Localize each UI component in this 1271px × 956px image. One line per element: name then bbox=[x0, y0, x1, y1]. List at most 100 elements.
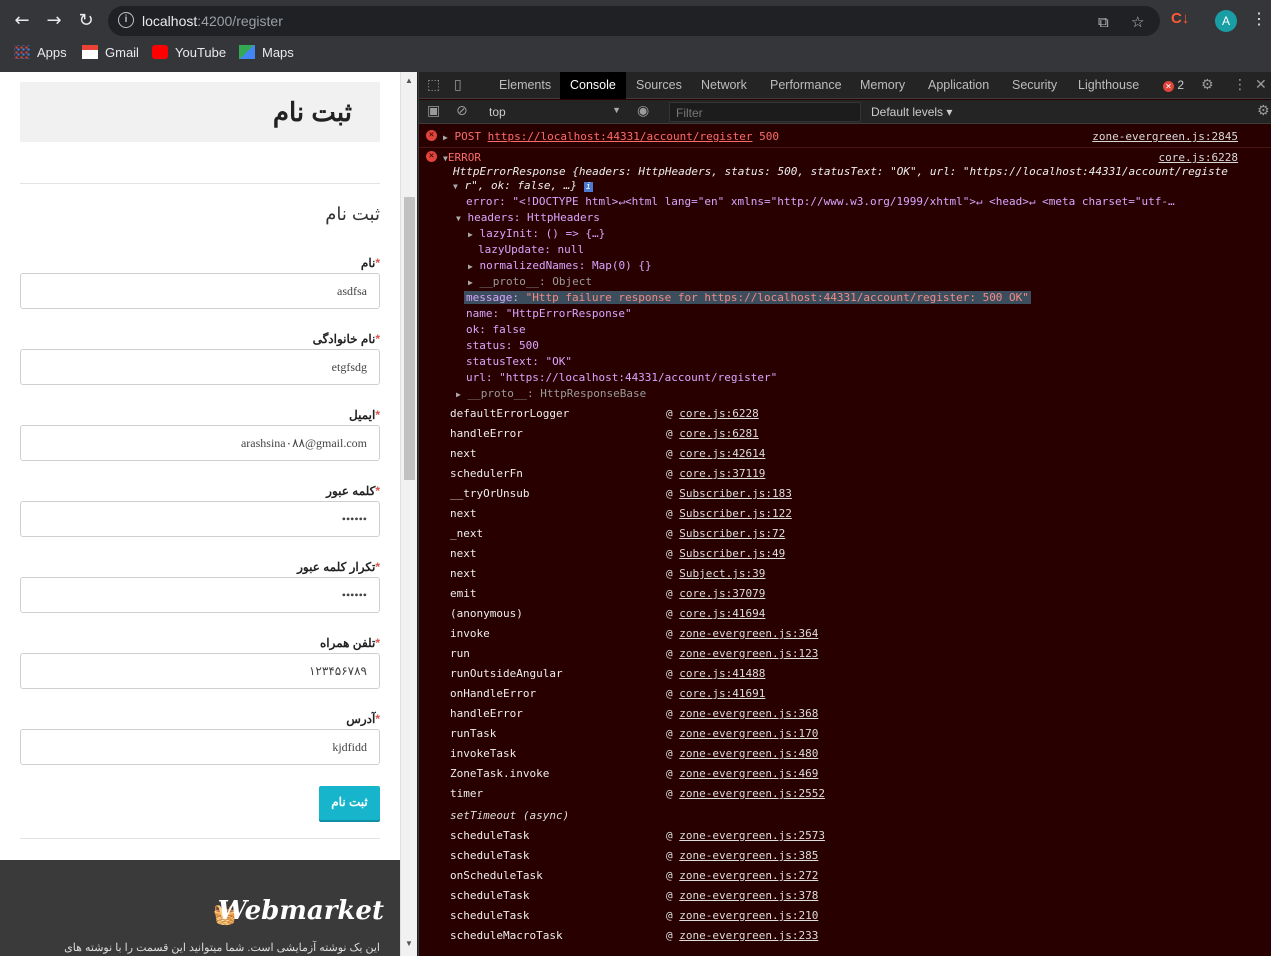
message-prop[interactable]: message: "Http failure response for http… bbox=[464, 291, 1031, 304]
scroll-down-icon[interactable]: ▼ bbox=[405, 939, 413, 948]
async-boundary-label: setTimeout (async) bbox=[450, 809, 570, 822]
back-icon[interactable]: ← bbox=[10, 10, 34, 32]
error-count-badge[interactable]: ✕ 2 bbox=[1163, 78, 1184, 92]
proto-prop[interactable]: ▶ __proto__: Object bbox=[468, 275, 592, 288]
devtools-menu-icon[interactable]: ⋮ bbox=[1233, 77, 1247, 93]
stack-frame-function: invokeTask bbox=[450, 747, 517, 760]
email-field[interactable]: arashsina۰۸۸@gmail.com bbox=[20, 425, 380, 461]
last-name-label: *نام خانوادگی bbox=[312, 332, 380, 346]
stack-frame-source[interactable]: @ zone-evergreen.js:469 bbox=[666, 767, 818, 780]
stack-frame-source[interactable]: @ core.js:41694 bbox=[666, 607, 765, 620]
chrome-menu-icon[interactable]: ⋮ bbox=[1251, 10, 1267, 30]
scroll-up-icon[interactable]: ▲ bbox=[405, 76, 413, 85]
translate-icon[interactable]: ⧉ bbox=[1098, 13, 1109, 31]
headers-prop[interactable]: ▼ headers: HttpHeaders bbox=[456, 211, 600, 224]
bookmark-maps[interactable]: Maps bbox=[239, 45, 294, 60]
stack-frame-function: scheduleTask bbox=[450, 909, 530, 922]
sidebar-toggle-icon[interactable]: ▣ bbox=[427, 103, 440, 119]
page-scrollbar[interactable]: ▲ ▼ bbox=[400, 72, 417, 956]
tab-security[interactable]: Security bbox=[1012, 78, 1057, 92]
stack-frame-source[interactable]: @ zone-evergreen.js:368 bbox=[666, 707, 818, 720]
stack-frame-source[interactable]: @ Subscriber.js:122 bbox=[666, 507, 792, 520]
stack-frame-source[interactable]: @ zone-evergreen.js:2573 bbox=[666, 829, 825, 842]
address-field[interactable]: kjdfidd bbox=[20, 729, 380, 765]
bookmark-apps[interactable]: Apps bbox=[14, 45, 67, 60]
tab-memory[interactable]: Memory bbox=[860, 78, 905, 92]
post-error-message[interactable]: ▶ POST https://localhost:44331/account/r… bbox=[443, 130, 779, 143]
stack-frame-source[interactable]: @ zone-evergreen.js:2552 bbox=[666, 787, 825, 800]
stack-frame-source[interactable]: @ core.js:37079 bbox=[666, 587, 765, 600]
filter-input[interactable]: Filter bbox=[669, 102, 861, 122]
stack-frame-function: defaultErrorLogger bbox=[450, 407, 570, 420]
scrollbar-thumb[interactable] bbox=[404, 197, 415, 480]
error-object-summary-cont[interactable]: ▼ r", ok: false, …} i bbox=[453, 179, 594, 192]
live-expression-eye-icon[interactable]: ◉ bbox=[637, 103, 649, 119]
error-source-link[interactable]: core.js:6228 bbox=[1159, 151, 1238, 164]
stack-frame-source[interactable]: @ zone-evergreen.js:170 bbox=[666, 727, 818, 740]
avatar[interactable]: A bbox=[1215, 10, 1237, 32]
device-toolbar-icon[interactable]: ▯ bbox=[454, 77, 462, 93]
stack-frame-source[interactable]: @ core.js:6228 bbox=[666, 407, 759, 420]
first-name-field[interactable]: asdfsa bbox=[20, 273, 380, 309]
page-header: ثبت نام bbox=[20, 82, 380, 142]
bookmark-gmail[interactable]: Gmail bbox=[82, 45, 139, 60]
log-levels-dropdown[interactable]: Default levels ▾ bbox=[871, 105, 952, 119]
post-source-link[interactable]: zone-evergreen.js:2845 bbox=[1092, 130, 1238, 143]
proto-prop[interactable]: ▶ __proto__: HttpResponseBase bbox=[456, 387, 646, 400]
tab-lighthouse[interactable]: Lighthouse bbox=[1078, 78, 1139, 92]
tab-elements[interactable]: Elements bbox=[499, 78, 551, 92]
stack-frame-source[interactable]: @ zone-evergreen.js:385 bbox=[666, 849, 818, 862]
error-prop[interactable]: error: "<!DOCTYPE html>↵<html lang="en" … bbox=[466, 195, 1175, 208]
stack-frame-source[interactable]: @ zone-evergreen.js:233 bbox=[666, 929, 818, 942]
url-text[interactable]: localhost:4200/register bbox=[142, 13, 283, 29]
stack-frame-source[interactable]: @ core.js:6281 bbox=[666, 427, 759, 440]
last-name-field[interactable]: etgfsdg bbox=[20, 349, 380, 385]
stack-frame-source[interactable]: @ Subscriber.js:72 bbox=[666, 527, 785, 540]
devtools-tabbar: ⬚ ▯ Elements Console Sources Network Per… bbox=[419, 72, 1271, 99]
clear-console-icon[interactable]: ⊘ bbox=[456, 103, 468, 119]
normalizednames-prop[interactable]: ▶ normalizedNames: Map(0) {} bbox=[468, 259, 652, 272]
stack-frame-source[interactable]: @ core.js:37119 bbox=[666, 467, 765, 480]
stack-frame-source[interactable]: @ zone-evergreen.js:272 bbox=[666, 869, 818, 882]
confirm-password-field[interactable]: •••••• bbox=[20, 577, 380, 613]
stack-frame-source[interactable]: @ Subject.js:39 bbox=[666, 567, 765, 580]
stack-frame-function: handleError bbox=[450, 707, 523, 720]
submit-button[interactable]: ثبت نام bbox=[319, 786, 380, 820]
tab-sources[interactable]: Sources bbox=[636, 78, 682, 92]
phone-field[interactable]: ۱۲۳۴۵۶۷۸۹ bbox=[20, 653, 380, 689]
site-info-icon[interactable]: i bbox=[118, 12, 134, 28]
stack-frame-source[interactable]: @ core.js:41691 bbox=[666, 687, 765, 700]
tab-application[interactable]: Application bbox=[928, 78, 989, 92]
bookmark-star-icon[interactable]: ☆ bbox=[1131, 13, 1144, 31]
forward-icon[interactable]: → bbox=[42, 10, 66, 32]
stack-frame-source[interactable]: @ zone-evergreen.js:123 bbox=[666, 647, 818, 660]
reload-icon[interactable]: ↻ bbox=[74, 10, 98, 32]
extension-icon[interactable]: C↓ bbox=[1171, 10, 1191, 30]
tab-performance[interactable]: Performance bbox=[770, 78, 842, 92]
stack-frame-source[interactable]: @ zone-evergreen.js:378 bbox=[666, 889, 818, 902]
stack-frame-source[interactable]: @ core.js:41488 bbox=[666, 667, 765, 680]
stack-frame-source[interactable]: @ zone-evergreen.js:480 bbox=[666, 747, 818, 760]
lazyinit-prop[interactable]: ▶ lazyInit: () => {…} bbox=[468, 227, 605, 240]
footer: 🧺 Webmarket این یک نوشته آزمایشی است. شم… bbox=[0, 860, 400, 956]
inspect-icon[interactable]: ⬚ bbox=[427, 77, 440, 93]
stack-frame-source[interactable]: @ core.js:42614 bbox=[666, 447, 765, 460]
tab-console[interactable]: Console bbox=[560, 72, 626, 99]
context-selector[interactable]: top ▼ bbox=[489, 105, 621, 119]
stack-frame-source[interactable]: @ zone-evergreen.js:210 bbox=[666, 909, 818, 922]
console-settings-icon[interactable]: ⚙ bbox=[1257, 103, 1270, 119]
name-prop: name: "HttpErrorResponse" bbox=[466, 307, 632, 320]
password-field[interactable]: •••••• bbox=[20, 501, 380, 537]
close-icon[interactable]: ✕ bbox=[1255, 77, 1267, 93]
footer-logo[interactable]: Webmarket bbox=[218, 896, 384, 926]
settings-gear-icon[interactable]: ⚙ bbox=[1201, 77, 1214, 93]
stack-frame-source[interactable]: @ Subscriber.js:183 bbox=[666, 487, 792, 500]
tab-network[interactable]: Network bbox=[701, 78, 747, 92]
stack-frame-source[interactable]: @ Subscriber.js:49 bbox=[666, 547, 785, 560]
bookmark-youtube[interactable]: YouTube bbox=[152, 45, 226, 60]
stack-frame-source[interactable]: @ zone-evergreen.js:364 bbox=[666, 627, 818, 640]
apps-grid-icon bbox=[14, 45, 30, 59]
error-object-summary[interactable]: HttpErrorResponse {headers: HttpHeaders,… bbox=[453, 165, 1228, 178]
address-bar[interactable]: i localhost:4200/register ⧉ ☆ bbox=[108, 6, 1160, 36]
stack-frame-function: next bbox=[450, 547, 477, 560]
